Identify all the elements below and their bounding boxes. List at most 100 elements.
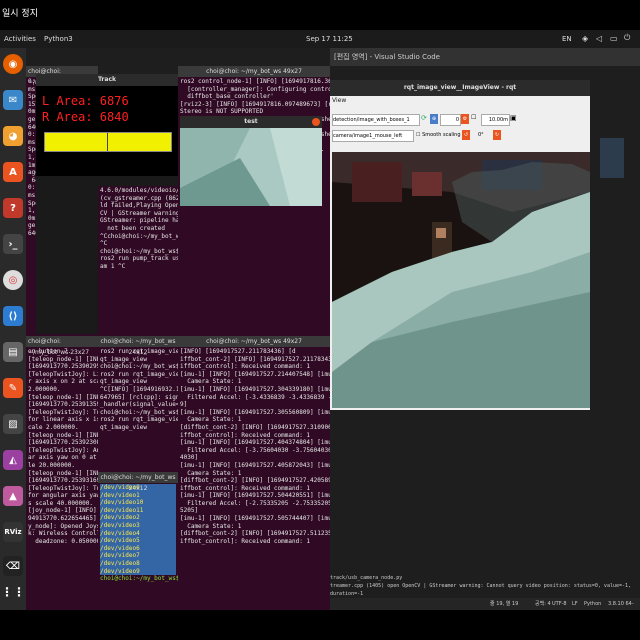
terminal-line: 2.000000. bbox=[28, 385, 61, 393]
terminal-line: track/usb_camera_node.py bbox=[330, 575, 403, 581]
thunderbird-icon[interactable]: ✉ bbox=[3, 90, 23, 110]
video-device-entry: /dev/video8 bbox=[100, 559, 176, 568]
track-center-line bbox=[107, 133, 108, 151]
terminal-line: for linear axis x is s bbox=[28, 416, 98, 424]
terminal-line: [teleop_node-1] [INFO] bbox=[28, 355, 98, 363]
terminal-line: [INFO] [1694917527.211783436] [d bbox=[180, 348, 296, 355]
language-mode[interactable]: Python bbox=[584, 598, 601, 610]
terminal-line: am 1 ^C bbox=[100, 262, 126, 270]
vscode-icon[interactable]: ⟨⟩ bbox=[3, 306, 23, 326]
help-icon[interactable]: ? bbox=[3, 198, 23, 218]
volume-icon[interactable]: ◁ bbox=[596, 34, 602, 43]
vscode-terminal[interactable]: track/usb_camera_node.py treamer.cpp (140… bbox=[330, 574, 640, 598]
terminal-line: [diffbot_cont-2] [INFO] [1694917527.4205… bbox=[180, 477, 330, 485]
imu-output: [INFO] [1694917527.211783436] [d iffbot_c… bbox=[178, 347, 330, 546]
rviz-icon[interactable]: RViz bbox=[3, 522, 23, 542]
dock: ◉ ✉ ◕ A ? ›_ ◎ ⟨⟩ ▤ ✎ ▨ ◭ ▲ RViz ⌫ ⋮⋮ bbox=[0, 48, 26, 610]
terminal-line: iffbot_control]: Received command: 1 bbox=[180, 484, 311, 492]
terminal-line: [teleop_node-1] [INFO] bbox=[28, 431, 98, 439]
terminal-line: [1694913770.253913590] bbox=[28, 401, 98, 409]
files-icon[interactable]: ▤ bbox=[3, 342, 23, 362]
text-editor-icon[interactable]: ✎ bbox=[3, 378, 23, 398]
video-device-entry: /dev/video7 bbox=[100, 552, 176, 560]
terminal-line: 4030] bbox=[180, 454, 199, 462]
image-viewer-icon[interactable]: ▨ bbox=[3, 414, 23, 434]
teleop-terminal[interactable]: choi@choi: ~/my_bot_ws 23x27 on button 7… bbox=[26, 336, 98, 610]
terminal-line: 9] bbox=[180, 401, 188, 409]
rotate-right-icon[interactable]: ↻ bbox=[493, 130, 501, 140]
cursor-position[interactable]: 줄 19, 열 19 bbox=[490, 598, 518, 610]
gstreamer-terminal[interactable]: 4.6.0/modules/videoio/s (cv_gstreamer.cpp… bbox=[98, 186, 178, 336]
terminal-line: _handler(signal_value=2) bbox=[100, 401, 178, 409]
terminal-line: deadzone: 0.050000 bbox=[28, 537, 98, 545]
power-icon[interactable]: ⏻ bbox=[624, 33, 630, 43]
teleop-output: on button 7.[teleop_node-1] [INFO][16949… bbox=[26, 347, 98, 546]
activities-button[interactable]: Activities bbox=[4, 35, 36, 43]
trash-icon[interactable]: ⌫ bbox=[3, 556, 23, 576]
mouse-topic-field[interactable]: camera/image1_mouse_left bbox=[332, 130, 414, 142]
rotate-left-icon[interactable]: ↺ bbox=[462, 130, 470, 140]
close-icon[interactable] bbox=[312, 118, 320, 126]
chrome-icon[interactable]: ◎ bbox=[3, 270, 23, 290]
gstreamer-output: 4.6.0/modules/videoio/s (cv_gstreamer.cpp… bbox=[98, 186, 178, 272]
image-editor-icon[interactable]: ◭ bbox=[3, 450, 23, 470]
terminal-line: [TeleopTwistJoy]: Angul bbox=[28, 446, 98, 454]
zoom-field[interactable]: 0 bbox=[440, 114, 461, 126]
terminal-line: qt_image_view bbox=[100, 423, 147, 431]
terminal-line: choi@choi:~/my_bot_ws$ bbox=[100, 363, 178, 371]
test-window-titlebar: test bbox=[180, 116, 322, 128]
terminal-line: iffbot_cont-2] [INFO] [1694917527.211783… bbox=[180, 355, 330, 363]
terminal-line: [imu-1] [INFO] [1694917527.404374804] [i… bbox=[180, 439, 330, 447]
terminal-line: ros2 control_node-1] [INFO] [1694917816.… bbox=[180, 78, 330, 85]
clock[interactable]: Sep 17 11:25 bbox=[306, 35, 353, 43]
terminal-line: [1694913770.253923088] bbox=[28, 439, 98, 447]
language-indicator[interactable]: EN bbox=[562, 35, 572, 43]
terminal-line: ^C bbox=[100, 240, 108, 248]
eol-setting[interactable]: LF bbox=[572, 598, 578, 610]
battery-icon[interactable]: ▭ bbox=[610, 34, 618, 43]
video-device-entry: /dev/video1 bbox=[100, 491, 176, 500]
terminal-line: treamer.cpp (1405) open OpenCV | GStream… bbox=[330, 583, 632, 597]
vscode-statusbar: 줄 19, 열 19 공백: 4 UTF-8 LF Python 3.8.10 … bbox=[330, 598, 640, 619]
rqt-image-view-window[interactable]: rqt_image_view__ImageView - rqt View det… bbox=[330, 80, 590, 410]
show-apps-icon[interactable]: ⋮⋮ bbox=[1, 582, 25, 602]
settings-icon[interactable]: ⚙ bbox=[461, 114, 469, 124]
test-window[interactable]: test bbox=[180, 116, 322, 206]
terminal-line: [TeleopTwistJoy]: Turbo bbox=[28, 408, 98, 416]
image-view-terminal[interactable]: choi@choi: ~/my_bot_ws 24x12 ros2 run rq… bbox=[98, 336, 178, 472]
software-center-icon[interactable]: A bbox=[3, 162, 23, 182]
indent-setting[interactable]: 공백: 4 bbox=[535, 598, 551, 610]
pause-status-label: 일시 정지 bbox=[2, 9, 38, 19]
video-device-entry: /dev/video11 bbox=[100, 506, 176, 515]
encoding-setting[interactable]: UTF-8 bbox=[552, 598, 567, 610]
minimap-slider[interactable] bbox=[600, 138, 624, 178]
video-device-entry: /dev/video9 bbox=[100, 567, 176, 576]
test-window-title: test bbox=[244, 118, 258, 125]
rhythmbox-icon[interactable]: ◕ bbox=[3, 126, 23, 146]
terminal-line: cale 2.000000. bbox=[28, 423, 79, 431]
terminal-line: ros2 run rqt_image_view r bbox=[100, 370, 178, 378]
terminal-line: [rviz2-3] [INFO] [1694917816.097489673] … bbox=[180, 100, 330, 108]
network-icon[interactable]: ◈ bbox=[582, 34, 588, 43]
firefox-icon[interactable]: ◉ bbox=[3, 54, 23, 74]
imu-terminal[interactable]: choi@choi: ~/my_bot_ws 49x27 [INFO] [169… bbox=[178, 336, 330, 610]
save-icon[interactable]: ▣ bbox=[510, 114, 518, 124]
video-devices-terminal[interactable]: choi@choi: ~/my_bot_ws 24x12 /dev/video0… bbox=[98, 472, 178, 610]
topic-selector[interactable]: detection/image_with_boxes_1 bbox=[332, 114, 420, 126]
terminal-line: choi@choi:~/my_bot_ws$ bbox=[100, 247, 178, 255]
terminal-line: 94913770.622654465] [jo bbox=[28, 515, 97, 523]
video-device-entry: /dev/video3 bbox=[100, 521, 176, 530]
checkbox-publish[interactable]: ☐ bbox=[471, 114, 479, 124]
terminal-line: r axis x on 2 at scale bbox=[28, 378, 98, 386]
refresh-icon[interactable]: ⟳ bbox=[421, 114, 429, 124]
terminal-line: Camera State: 1 bbox=[180, 522, 242, 530]
photo-icon[interactable]: ▲ bbox=[3, 486, 23, 506]
terminal-line: qt_image_view bbox=[100, 355, 147, 363]
zoom-icon[interactable]: ⊕ bbox=[430, 114, 438, 124]
terminal-line: le 20.000000. bbox=[28, 461, 75, 469]
terminal-icon[interactable]: ›_ bbox=[3, 234, 23, 254]
terminal-line: s scale 40.000000. bbox=[28, 499, 94, 507]
app-menu[interactable]: Python3 bbox=[44, 35, 73, 43]
top-panel: Activities Python3 Sep 17 11:25 EN ◈ ◁ ▭… bbox=[0, 30, 640, 48]
rate-field[interactable]: 10.00m bbox=[481, 114, 510, 126]
